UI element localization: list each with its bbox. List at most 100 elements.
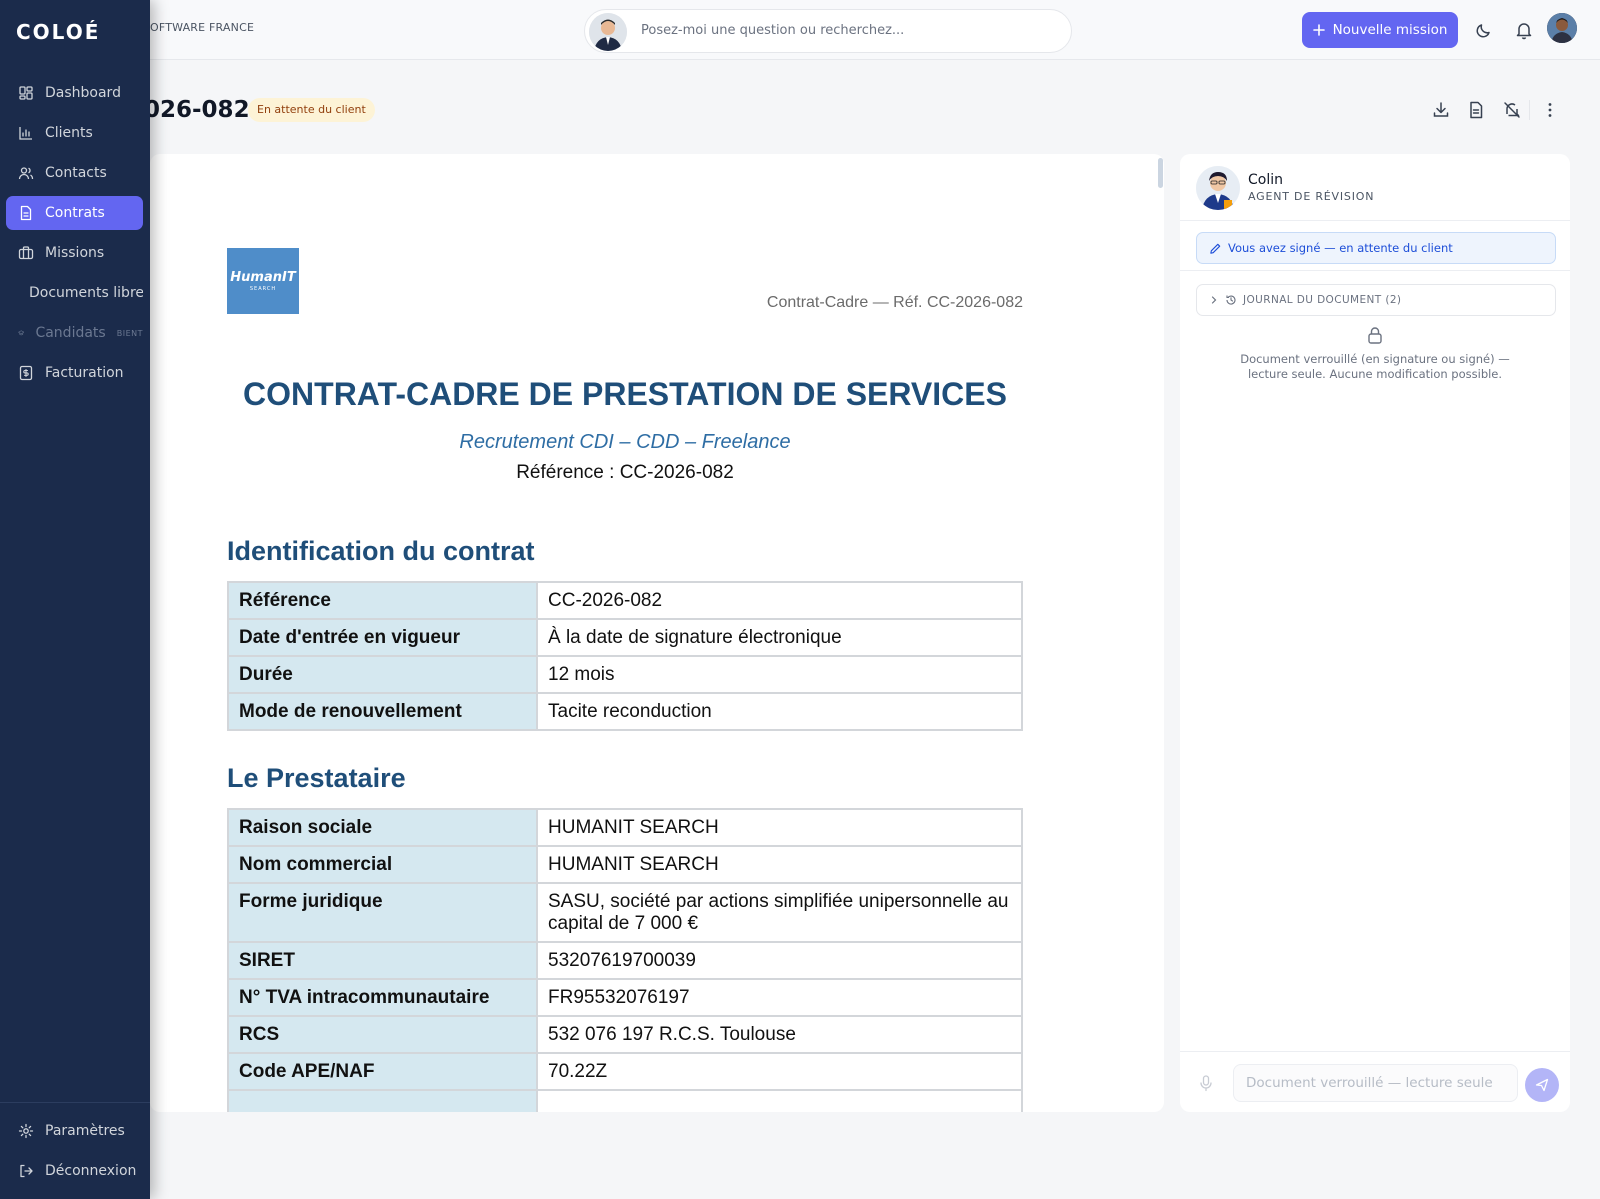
sidebar-item-documents[interactable]: Documents libre xyxy=(6,276,143,310)
logo-subtext: SEARCH xyxy=(249,286,277,292)
table-row: Nom commercial HUMANIT SEARCH xyxy=(227,845,1023,884)
table-row: Référence CC-2026-082 xyxy=(227,581,1023,620)
new-mission-label: Nouvelle mission xyxy=(1332,22,1448,38)
table-row: N° TVA intracommunautaire FR95532076197 xyxy=(227,978,1023,1017)
provider-table: Raison sociale HUMANIT SEARCH Nom commerc… xyxy=(227,808,1023,1112)
microphone-icon[interactable] xyxy=(1197,1074,1215,1092)
row-key: Nom commercial xyxy=(227,845,538,884)
row-key: Code APE/NAF xyxy=(227,1052,538,1091)
users-icon xyxy=(18,167,34,180)
row-value: 12 mois xyxy=(536,655,1023,694)
table-row: Forme juridique SASU, société par actions… xyxy=(227,882,1023,943)
chevron-right-icon xyxy=(1211,296,1217,304)
assistant-avatar xyxy=(589,13,627,51)
document-subtitle: Recrutement CDI – CDD – Freelance xyxy=(459,431,791,453)
row-value xyxy=(536,1089,1023,1112)
identification-table: Référence CC-2026-082 Date d'entrée en vi… xyxy=(227,581,1023,731)
row-key: Forme juridique xyxy=(227,882,538,943)
table-row: SIRET 53207619700039 xyxy=(227,941,1023,980)
pen-icon xyxy=(1210,243,1221,254)
review-panel: Colin AGENT DE RÉVISION Vous avez signé … xyxy=(1180,154,1570,1112)
table-row: Raison sociale HUMANIT SEARCH xyxy=(227,808,1023,847)
agent-avatar xyxy=(1196,166,1240,210)
journal-label: JOURNAL DU DOCUMENT (2) xyxy=(1243,294,1402,306)
logout-icon xyxy=(20,1164,33,1178)
sidebar-item-contacts[interactable]: Contacts xyxy=(6,156,143,190)
document-viewer[interactable]: HumanIT SEARCH Contrat-Cadre — Réf. CC-2… xyxy=(150,154,1164,1112)
row-key: RCS xyxy=(227,1015,538,1054)
divider xyxy=(1180,1051,1570,1052)
table-row: RCS 532 076 197 R.C.S. Toulouse xyxy=(227,1015,1023,1054)
dashboard-icon xyxy=(19,86,33,100)
sidebar-item-label: Contacts xyxy=(45,165,107,181)
sidebar-item-candidats: Candidats BIENT xyxy=(6,316,143,350)
app-logo[interactable]: COLOÉ xyxy=(16,20,100,44)
row-value: HUMANIT SEARCH xyxy=(536,845,1023,884)
row-value: Tacite reconduction xyxy=(536,692,1023,731)
search-placeholder: Posez-moi une question ou recherchez... xyxy=(641,23,905,38)
table-row: Code APE/NAF 70.22Z xyxy=(227,1052,1023,1091)
document-icon[interactable] xyxy=(1466,100,1486,120)
sidebar-item-label: Missions xyxy=(45,245,105,261)
status-badge: En attente du client xyxy=(248,98,375,122)
row-value: 532 076 197 R.C.S. Toulouse xyxy=(536,1015,1023,1054)
company-logo: HumanIT SEARCH xyxy=(227,248,299,314)
sidebar-item-contrats[interactable]: Contrats xyxy=(6,196,143,230)
download-icon[interactable] xyxy=(1431,100,1451,120)
user-avatar[interactable] xyxy=(1547,13,1577,43)
send-button[interactable] xyxy=(1525,1068,1559,1102)
row-key: SIRET xyxy=(227,941,538,980)
sidebar-item-label: Déconnexion xyxy=(45,1163,137,1179)
bell-off-icon[interactable] xyxy=(1502,100,1522,120)
chat-input[interactable]: Document verrouillé — lecture seule xyxy=(1233,1064,1518,1102)
coming-soon-badge: BIENT xyxy=(116,328,143,338)
sidebar-item-label: Clients xyxy=(45,125,93,141)
table-row xyxy=(227,1089,1023,1112)
sidebar-item-label: Paramètres xyxy=(45,1123,125,1139)
row-value: 70.22Z xyxy=(536,1052,1023,1091)
section-heading: Identification du contrat xyxy=(227,536,535,566)
sidebar-item-label: Contrats xyxy=(45,205,105,221)
lock-icon xyxy=(1368,327,1382,344)
top-bar: OFTWARE FRANCE Posez-moi une question ou… xyxy=(0,0,1600,60)
history-icon xyxy=(1226,295,1236,305)
agent-role: AGENT DE RÉVISION xyxy=(1248,190,1375,203)
bell-icon[interactable] xyxy=(1514,20,1534,40)
sidebar-item-label: Documents libre xyxy=(29,285,143,301)
gear-icon xyxy=(18,1123,34,1139)
chart-icon xyxy=(19,127,32,140)
sidebar-item-logout[interactable]: Déconnexion xyxy=(6,1154,143,1188)
new-mission-button[interactable]: Nouvelle mission xyxy=(1302,12,1458,48)
divider xyxy=(1180,220,1570,221)
document-page: HumanIT SEARCH Contrat-Cadre — Réf. CC-2… xyxy=(227,248,1023,1112)
sidebar-divider xyxy=(0,1102,150,1103)
logo-text: HumanIT xyxy=(230,270,296,285)
row-key: Mode de renouvellement xyxy=(227,692,538,731)
sidebar-item-facturation[interactable]: Facturation xyxy=(6,356,143,390)
row-key: Référence xyxy=(227,581,538,620)
search-bar[interactable]: Posez-moi une question ou recherchez... xyxy=(584,9,1072,53)
document-journal-toggle[interactable]: JOURNAL DU DOCUMENT (2) xyxy=(1196,284,1556,316)
divider xyxy=(1180,270,1570,271)
section-heading: Le Prestataire xyxy=(227,763,406,793)
row-value: À la date de signature électronique xyxy=(536,618,1023,657)
row-value: CC-2026-082 xyxy=(536,581,1023,620)
signature-notice: Vous avez signé — en attente du client xyxy=(1196,232,1556,264)
row-key: N° TVA intracommunautaire xyxy=(227,978,538,1017)
sidebar-item-clients[interactable]: Clients xyxy=(6,116,143,150)
row-value: HUMANIT SEARCH xyxy=(536,808,1023,847)
more-icon[interactable] xyxy=(1540,100,1560,120)
briefcase-icon xyxy=(18,246,34,260)
sidebar-item-label: Facturation xyxy=(45,365,124,381)
table-row: Date d'entrée en vigueur À la date de sig… xyxy=(227,618,1023,657)
invoice-icon xyxy=(19,365,33,381)
sidebar-item-dashboard[interactable]: Dashboard xyxy=(6,76,143,110)
graduation-icon xyxy=(18,330,25,336)
document-title: CONTRAT-CADRE DE PRESTATION DE SERVICES xyxy=(243,376,1007,412)
moon-icon[interactable] xyxy=(1474,20,1494,40)
notice-text: Vous avez signé — en attente du client xyxy=(1228,241,1453,255)
document-scrollbar[interactable] xyxy=(1158,158,1163,188)
sidebar-item-parametres[interactable]: Paramètres xyxy=(6,1114,143,1148)
row-value: SASU, société par actions simplifiée uni… xyxy=(536,882,1023,943)
sidebar-item-missions[interactable]: Missions xyxy=(6,236,143,270)
